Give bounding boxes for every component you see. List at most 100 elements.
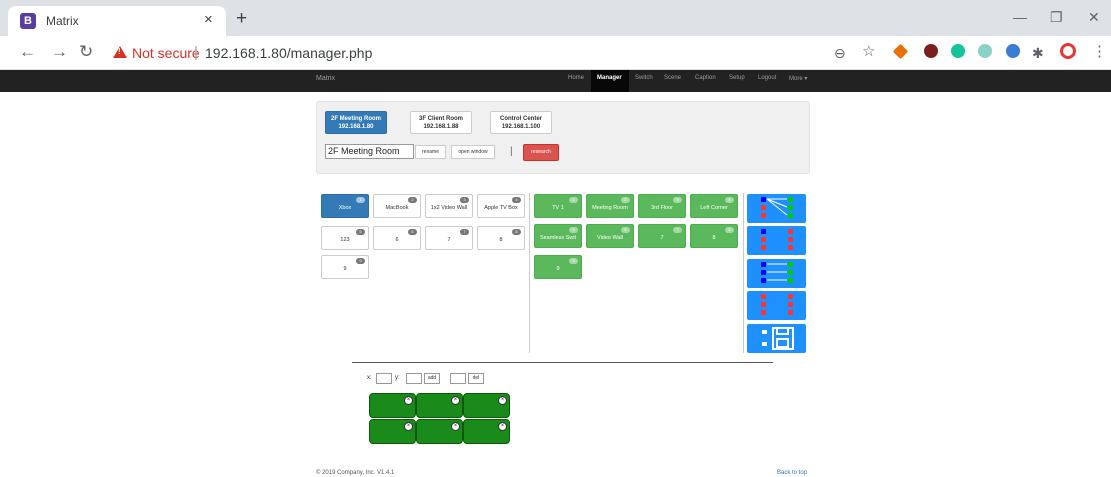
research-button[interactable]: research [523, 144, 559, 161]
input-button-8[interactable]: 88 [477, 226, 525, 250]
del-button[interactable]: del [468, 373, 484, 384]
address-bar[interactable]: 192.168.1.80/manager.php [205, 45, 372, 61]
parallel-mode-icon[interactable] [747, 291, 806, 320]
one-to-one-mode-icon[interactable] [747, 259, 806, 288]
browser-tab-strip: B Matrix × + — ❐ ✕ [0, 0, 1111, 36]
forward-icon[interactable]: → [51, 42, 68, 62]
output-number-badge: 1 [569, 197, 578, 203]
close-icon[interactable]: × [404, 396, 413, 405]
input-number-badge: 5 [356, 229, 365, 235]
output-label: Left Corner [700, 205, 728, 211]
minimize-button[interactable]: — [1013, 9, 1027, 25]
browser-toolbar: ← → ↻ ! Not secure | 192.168.1.80/manage… [0, 36, 1111, 70]
copyright-text: © 2019 Company, Inc. V1.4.1 [316, 470, 395, 476]
nav-switch[interactable]: Switch [635, 75, 653, 81]
video-wall-cell[interactable]: × [416, 419, 463, 444]
extension-icon[interactable] [924, 44, 938, 58]
zoom-icon[interactable]: ⊖ [834, 43, 846, 63]
output-button-tv-1[interactable]: 1 TV 1 [534, 194, 582, 218]
browser-tab[interactable]: B Matrix × [8, 6, 226, 36]
new-tab-button[interactable]: + [236, 9, 247, 28]
input-button-6[interactable]: 66 [373, 226, 421, 250]
cross-mode-icon[interactable] [747, 226, 806, 255]
back-to-top-link[interactable]: Back to top [777, 470, 807, 476]
extension-icon[interactable] [1060, 43, 1076, 59]
close-icon[interactable]: × [498, 396, 507, 405]
favicon-icon: B [20, 13, 36, 29]
output-number-badge: 5 [569, 227, 578, 233]
video-wall-cell[interactable]: × [369, 393, 416, 418]
extension-icon[interactable] [978, 44, 992, 58]
output-button-meeting-room[interactable]: 2 Meeting Room [586, 194, 634, 218]
extension-icon[interactable] [892, 43, 909, 60]
back-icon[interactable]: ← [19, 42, 36, 62]
input-button-1x2-video-wall[interactable]: 3 1x2 Video Wall [425, 194, 473, 218]
del-input[interactable] [450, 373, 466, 384]
nav-home[interactable]: Home [568, 75, 584, 81]
output-button-seamless-swit[interactable]: 5 Seamless Swit [534, 224, 582, 248]
video-wall-cell[interactable]: × [463, 419, 510, 444]
add-button[interactable]: add [424, 373, 440, 384]
output-button-8[interactable]: 88 [690, 224, 738, 248]
input-button-macbook[interactable]: 2 MacBook [373, 194, 421, 218]
tab-close-button[interactable]: × [204, 11, 213, 28]
input-number-badge: 3 [460, 197, 469, 203]
room-button-3f-client-room[interactable]: 3F Client Room 192.168.1.88 [410, 111, 472, 134]
input-label: 9 [343, 266, 347, 272]
one-to-many-mode-icon[interactable] [747, 194, 806, 223]
output-number-badge: 7 [673, 227, 682, 233]
input-button-9[interactable]: 99 [321, 255, 369, 279]
input-button-xbox[interactable]: 1 Xbox [321, 194, 369, 218]
x-input[interactable] [376, 373, 392, 384]
y-input[interactable] [406, 373, 422, 384]
x-label: x: [367, 375, 372, 381]
nav-caption[interactable]: Caption [695, 75, 716, 81]
input-number-badge: 2 [408, 197, 417, 203]
room-name-input[interactable]: 2F Meeting Room [325, 144, 414, 159]
menu-kebab-icon[interactable]: ⋮ [1092, 42, 1107, 62]
video-wall-cell[interactable]: × [369, 419, 416, 444]
divider [743, 193, 744, 353]
input-label: 1x2 Video Wall [430, 205, 468, 211]
video-wall-cell[interactable]: × [463, 393, 510, 418]
brand-link[interactable]: Matrix [316, 75, 335, 82]
grammarly-icon[interactable] [951, 44, 965, 58]
output-button-7[interactable]: 77 [638, 224, 686, 248]
puzzle-icon[interactable]: ✱ [1032, 43, 1044, 63]
close-icon[interactable]: × [451, 422, 460, 431]
input-number-badge: 6 [408, 229, 417, 235]
output-button-3rd-floor[interactable]: 3 3rd Floor [638, 194, 686, 218]
input-label: Apple TV Box [484, 205, 518, 211]
nav-logout[interactable]: Logout [758, 75, 776, 81]
output-button-video-wall[interactable]: 6 Video Wall [586, 224, 634, 248]
input-button-7[interactable]: 77 [425, 226, 473, 250]
restore-button[interactable]: ❐ [1050, 9, 1063, 26]
nav-setup[interactable]: Setup [729, 75, 745, 81]
input-button-apple-tv-box[interactable]: 4 Apple TV Box [477, 194, 525, 218]
output-label: Video Wall [597, 235, 623, 241]
video-wall-cell[interactable]: × [416, 393, 463, 418]
input-button-123[interactable]: 5 123 [321, 226, 369, 250]
nav-manager[interactable]: Manager [597, 75, 622, 81]
close-icon[interactable]: × [404, 422, 413, 431]
input-label: Xbox [338, 205, 352, 211]
output-button-9[interactable]: 99 [534, 255, 582, 279]
close-icon[interactable]: × [498, 422, 507, 431]
room-button-2f-meeting-room[interactable]: 2F Meeting Room 192.168.1.80 [325, 111, 387, 134]
close-icon[interactable]: × [451, 396, 460, 405]
extension-icon[interactable] [1006, 44, 1020, 58]
bookmark-star-icon[interactable]: ☆ [862, 42, 875, 62]
video-wall-size-controls: x: y: add del [367, 373, 527, 385]
reload-icon[interactable]: ↻ [79, 42, 93, 62]
nav-more-dropdown[interactable]: More ▾ [789, 75, 807, 82]
close-window-button[interactable]: ✕ [1088, 9, 1100, 26]
y-label: y: [395, 375, 400, 381]
save-icon[interactable] [747, 324, 806, 353]
rename-button[interactable]: rename [415, 145, 446, 159]
output-button-left-corner[interactable]: 4 Left Corner [690, 194, 738, 218]
nav-scene[interactable]: Scene [664, 75, 681, 81]
room-button-control-center[interactable]: Control Center 192.168.1.100 [490, 111, 552, 134]
not-secure-label[interactable]: Not secure [132, 45, 200, 61]
divider [529, 193, 530, 353]
open-window-button[interactable]: open window [451, 145, 495, 159]
